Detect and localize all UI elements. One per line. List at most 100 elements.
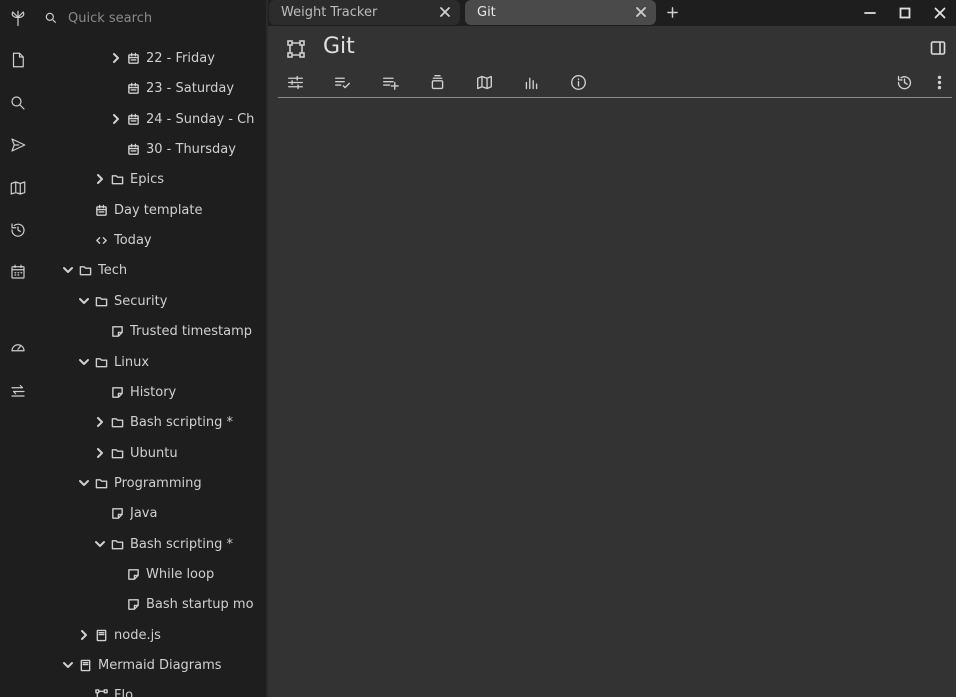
chevron-right-icon[interactable] <box>78 629 90 641</box>
stack-icon[interactable] <box>425 70 449 94</box>
chevron-down-icon[interactable] <box>78 356 90 368</box>
calendar-icon <box>126 81 140 95</box>
tree-item[interactable]: Security <box>36 288 266 314</box>
launcher-bar <box>0 0 36 697</box>
calendar-icon <box>94 203 108 217</box>
tree-item[interactable]: Epics <box>36 166 266 192</box>
calendar-icon[interactable] <box>6 260 30 284</box>
tree-logo-icon[interactable] <box>6 6 30 30</box>
gauge-icon[interactable] <box>6 335 30 359</box>
note-map-icon[interactable] <box>472 70 496 94</box>
info-icon[interactable] <box>566 70 590 94</box>
tree-item-label: Bash scripting * <box>130 414 233 430</box>
checklist-icon[interactable] <box>330 70 354 94</box>
history-icon[interactable] <box>6 218 30 242</box>
quick-search-input[interactable] <box>62 6 258 30</box>
tree-item[interactable]: History <box>36 379 266 405</box>
note-content-area[interactable] <box>268 98 956 697</box>
stats-icon[interactable] <box>519 70 543 94</box>
tree-item[interactable]: Trusted timestamp <box>36 318 266 344</box>
tree-item[interactable]: node.js <box>36 622 266 648</box>
search-icon[interactable] <box>6 91 30 115</box>
close-icon[interactable] <box>634 5 648 19</box>
note-icon <box>126 567 140 581</box>
tree-item-label: Trusted timestamp <box>130 323 252 339</box>
tree-item[interactable]: Bash scripting * <box>36 409 266 435</box>
tree-item[interactable]: While loop <box>36 561 266 587</box>
diagram-icon <box>94 688 108 697</box>
close-icon[interactable] <box>438 5 452 19</box>
book-icon <box>94 628 108 642</box>
chevron-down-icon[interactable] <box>94 538 106 550</box>
folder-icon <box>110 415 124 429</box>
note-tree-panel: 22 - Friday 23 - Saturday 24 - Sunday - Ch… <box>36 0 266 697</box>
minimize-icon[interactable] <box>859 2 881 24</box>
tab-weight-tracker[interactable]: Weight Tracker <box>269 0 460 25</box>
tab-git[interactable]: Git <box>465 0 656 25</box>
chevron-right-icon[interactable] <box>94 173 106 185</box>
note-icon <box>126 597 140 611</box>
tree-item[interactable]: Bash startup mo <box>36 591 266 617</box>
new-note-icon[interactable] <box>6 48 30 72</box>
tab-bar: Weight Tracker Git <box>268 0 956 26</box>
folder-icon <box>110 446 124 460</box>
chevron-right-icon[interactable] <box>94 416 106 428</box>
tree-item-label: Flo <box>114 687 134 697</box>
tree-item-label: While loop <box>146 566 215 582</box>
book-icon <box>78 658 92 672</box>
chevron-down-icon[interactable] <box>78 477 90 489</box>
note-icon <box>110 506 124 520</box>
tree-item[interactable]: Mermaid Diagrams <box>36 652 266 678</box>
folder-icon <box>78 263 92 277</box>
tree-item[interactable]: Tech <box>36 257 266 283</box>
code-icon <box>94 233 108 247</box>
folder-icon <box>110 172 124 186</box>
folder-icon <box>110 537 124 551</box>
tree-item[interactable]: Ubuntu <box>36 440 266 466</box>
tree-item[interactable]: 23 - Saturday <box>36 75 266 101</box>
tree-item-label: 22 - Friday <box>146 50 215 66</box>
tree-item[interactable]: Bash scripting * <box>36 531 266 557</box>
tree-item[interactable]: 24 - Sunday - Ch <box>36 106 266 132</box>
more-vert-icon[interactable] <box>927 70 951 94</box>
chevron-down-icon[interactable] <box>62 264 74 276</box>
tree-item[interactable]: 22 - Friday <box>36 45 266 71</box>
tree-item-label: 24 - Sunday - Ch <box>146 111 255 127</box>
tree-item-label: Java <box>130 505 158 521</box>
note-icon <box>110 385 124 399</box>
chevron-down-icon[interactable] <box>78 295 90 307</box>
chevron-right-icon[interactable] <box>94 447 106 459</box>
tree-item[interactable]: Programming <box>36 470 266 496</box>
tree-item-label: Tech <box>98 262 128 278</box>
tree-item-label: 30 - Thursday <box>146 141 236 157</box>
tree-item[interactable]: Java <box>36 500 266 526</box>
chevron-right-icon[interactable] <box>110 113 122 125</box>
chevron-down-icon[interactable] <box>62 659 74 671</box>
folder-icon <box>94 355 108 369</box>
send-icon[interactable] <box>6 133 30 157</box>
tree-item[interactable]: 30 - Thursday <box>36 136 266 162</box>
right-pane-toggle-icon[interactable] <box>930 40 948 58</box>
note-title-bar: Git <box>268 30 956 66</box>
diagram-icon[interactable] <box>286 39 306 59</box>
close-window-icon[interactable] <box>929 2 951 24</box>
map-icon[interactable] <box>6 176 30 200</box>
tree-item-label: Linux <box>114 354 150 370</box>
tree-item[interactable]: Flo <box>36 682 266 697</box>
tree-item-label: Bash startup mo <box>146 596 254 612</box>
calendar-icon <box>126 142 140 156</box>
chevron-right-icon[interactable] <box>110 52 122 64</box>
sync-icon[interactable] <box>6 378 30 402</box>
ribbon-toolbar <box>268 68 956 96</box>
tree-item-label: node.js <box>114 627 161 643</box>
note-title[interactable]: Git <box>323 34 355 59</box>
tree-item[interactable]: Today <box>36 227 266 253</box>
revision-history-icon[interactable] <box>892 70 916 94</box>
tree-item[interactable]: Linux <box>36 349 266 375</box>
properties-icon[interactable] <box>283 70 307 94</box>
maximize-icon[interactable] <box>894 2 916 24</box>
new-tab-plus-icon[interactable] <box>664 4 680 20</box>
add-list-icon[interactable] <box>378 70 402 94</box>
tree-item[interactable]: Day template <box>36 197 266 223</box>
quick-search <box>36 0 266 36</box>
